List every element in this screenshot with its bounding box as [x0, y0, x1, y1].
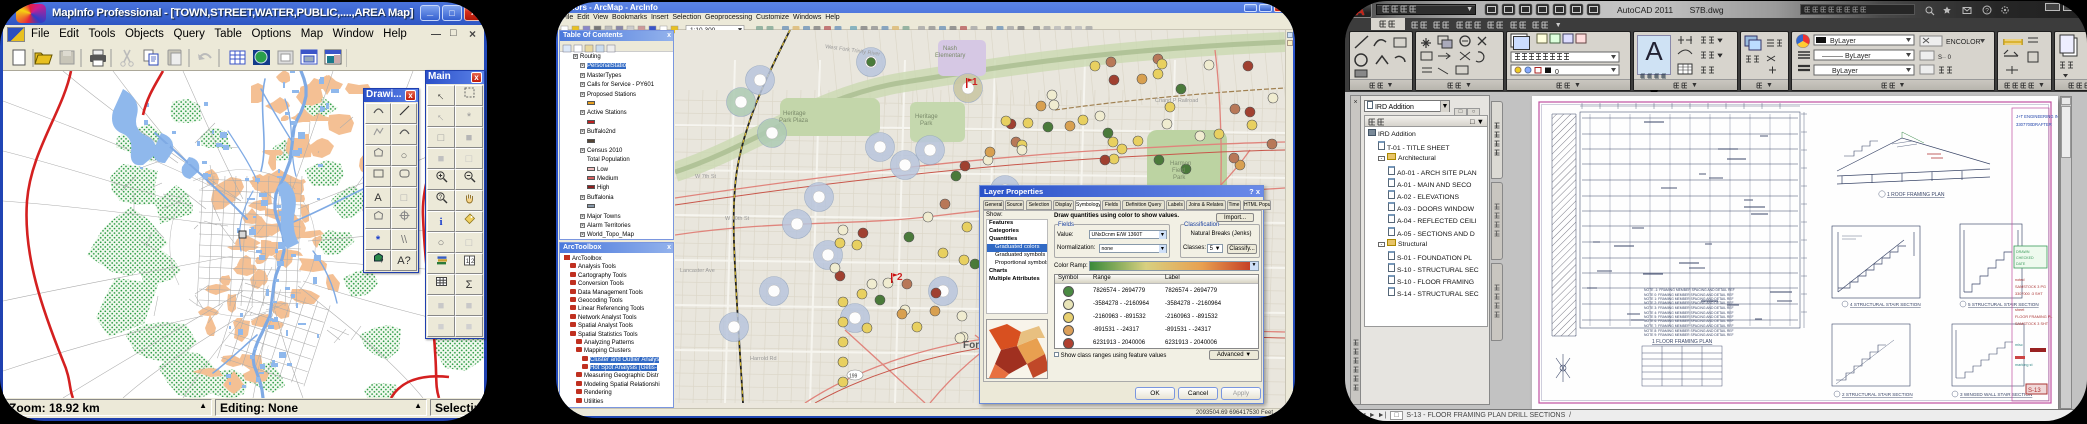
svg-text:SAMSTOCK 3 PG: SAMSTOCK 3 PG: [2015, 285, 2046, 289]
svg-text:Heritage: Heritage: [783, 111, 806, 117]
svg-text:NOTE 8: FRAMING MEMBER SPACING: NOTE 8: FRAMING MEMBER SPACING AND DETAI…: [1644, 329, 1734, 333]
svg-text:noted: noted: [2015, 278, 2025, 282]
svg-text:Park Plaza: Park Plaza: [779, 118, 809, 124]
svg-text:Harmon: Harmon: [1170, 161, 1191, 167]
svg-text:NOTE 4: FRAMING MEMBER SPACING: NOTE 4: FRAMING MEMBER SPACING AND DETAI…: [1644, 311, 1734, 315]
svg-text:sheet: sheet: [2015, 308, 2025, 312]
svg-text:Harrold Rd: Harrold Rd: [750, 356, 777, 362]
svg-text:1 FLOOR FRAMING PLAN: 1 FLOOR FRAMING PLAN: [1652, 339, 1713, 345]
svg-text:NOTE 0: FRAMING MEMBER SPACING: NOTE 0: FRAMING MEMBER SPACING AND DETAI…: [1644, 293, 1734, 297]
svg-text:4 STRUCTURAL STAIR SECTION: 4 STRUCTURAL STAIR SECTION: [1850, 302, 1921, 307]
svg-text:5 STRUCTURAL STAIR SECTION: 5 STRUCTURAL STAIR SECTION: [1968, 302, 2039, 307]
svg-text:NOTE 3: FRAMING MEMBER SPACING: NOTE 3: FRAMING MEMBER SPACING AND DETAI…: [1644, 306, 1734, 310]
svg-text:2 STRUCTURAL STAIR SECTION: 2 STRUCTURAL STAIR SECTION: [1842, 392, 1913, 397]
svg-text:DATE: DATE: [2016, 262, 2026, 266]
svg-text:W 10th St: W 10th St: [725, 216, 750, 222]
svg-text:Park: Park: [920, 121, 933, 127]
svg-text:S·· 0: S·· 0: [1938, 55, 1952, 61]
svg-text:NOTE 2: FRAMING MEMBER SPACING: NOTE 2: FRAMING MEMBER SPACING AND DETAI…: [1644, 301, 1734, 305]
svg-text:marking st: marking st: [2015, 363, 2033, 367]
svg-text:199: 199: [849, 374, 858, 380]
svg-text:Lancaster Ave: Lancaster Ave: [680, 268, 715, 274]
svg-text:Elementary: Elementary: [935, 53, 965, 59]
svg-text:FLOOR FRAMING PL: FLOOR FRAMING PL: [2015, 315, 2052, 319]
svg-text:1: 1: [972, 77, 978, 88]
svg-text:3 WINGED WALL STAIR SECTION: 3 WINGED WALL STAIR SECTION: [1960, 392, 2032, 397]
svg-text:Criand P Railroad: Criand P Railroad: [1155, 98, 1198, 104]
svg-text:3307000 :3 SHT: 3307000 :3 SHT: [2015, 292, 2043, 296]
svg-text:——— ByLayer: ——— ByLayer: [1822, 53, 1871, 60]
svg-text:NOTE 9: FRAMING MEMBER SPACING: NOTE 9: FRAMING MEMBER SPACING AND DETAI…: [1644, 333, 1734, 337]
svg-text:?: ?: [1985, 8, 1989, 15]
svg-text:ENCOLOR: ENCOLOR: [1946, 39, 1981, 46]
svg-text:2: 2: [897, 272, 903, 283]
svg-text:W 7th St: W 7th St: [695, 174, 717, 180]
svg-text:misc: misc: [2015, 343, 2023, 347]
svg-text:3307700: 3307700: [2016, 122, 2033, 127]
svg-text:For: For: [963, 340, 979, 351]
svg-text:DRAFTER: DRAFTER: [2032, 122, 2052, 127]
svg-text:SAMSTOCK 3 SHT: SAMSTOCK 3 SHT: [2015, 322, 2049, 326]
svg-text:ByLayer: ByLayer: [1830, 38, 1856, 45]
svg-text:NOTE 6: FRAMING MEMBER SPACING: NOTE 6: FRAMING MEMBER SPACING AND DETAI…: [1644, 319, 1734, 323]
svg-text:NOTE 5: FRAMING MEMBER SPACING: NOTE 5: FRAMING MEMBER SPACING AND DETAI…: [1644, 315, 1734, 319]
svg-text:CHECKED: CHECKED: [2016, 256, 2034, 260]
svg-text:0: 0: [1555, 69, 1559, 76]
svg-text:J+T ENGINEERING INC: J+T ENGINEERING INC: [2016, 114, 2058, 119]
svg-text:S-13: S-13: [2028, 388, 2041, 394]
svg-text:Nash: Nash: [943, 46, 957, 52]
svg-text:Park: Park: [1173, 175, 1186, 181]
svg-text:DRAWN: DRAWN: [2016, 250, 2030, 254]
svg-text:NOTE -1: FRAMING MEMBER SPACIN: NOTE -1: FRAMING MEMBER SPACING AND DETA…: [1644, 288, 1735, 292]
svg-text:NOTE 7: FRAMING MEMBER SPACING: NOTE 7: FRAMING MEMBER SPACING AND DETAI…: [1644, 324, 1734, 328]
svg-text:NOTE 1: FRAMING MEMBER SPACING: NOTE 1: FRAMING MEMBER SPACING AND DETAI…: [1644, 297, 1734, 301]
svg-text:Field: Field: [1172, 168, 1185, 174]
svg-text:Heritage: Heritage: [915, 114, 938, 120]
svg-text:1 ROOF FRAMING PLAN: 1 ROOF FRAMING PLAN: [1887, 192, 1945, 198]
svg-text:ByLayer: ByLayer: [1832, 68, 1858, 75]
svg-text:?: ?: [380, 259, 384, 264]
